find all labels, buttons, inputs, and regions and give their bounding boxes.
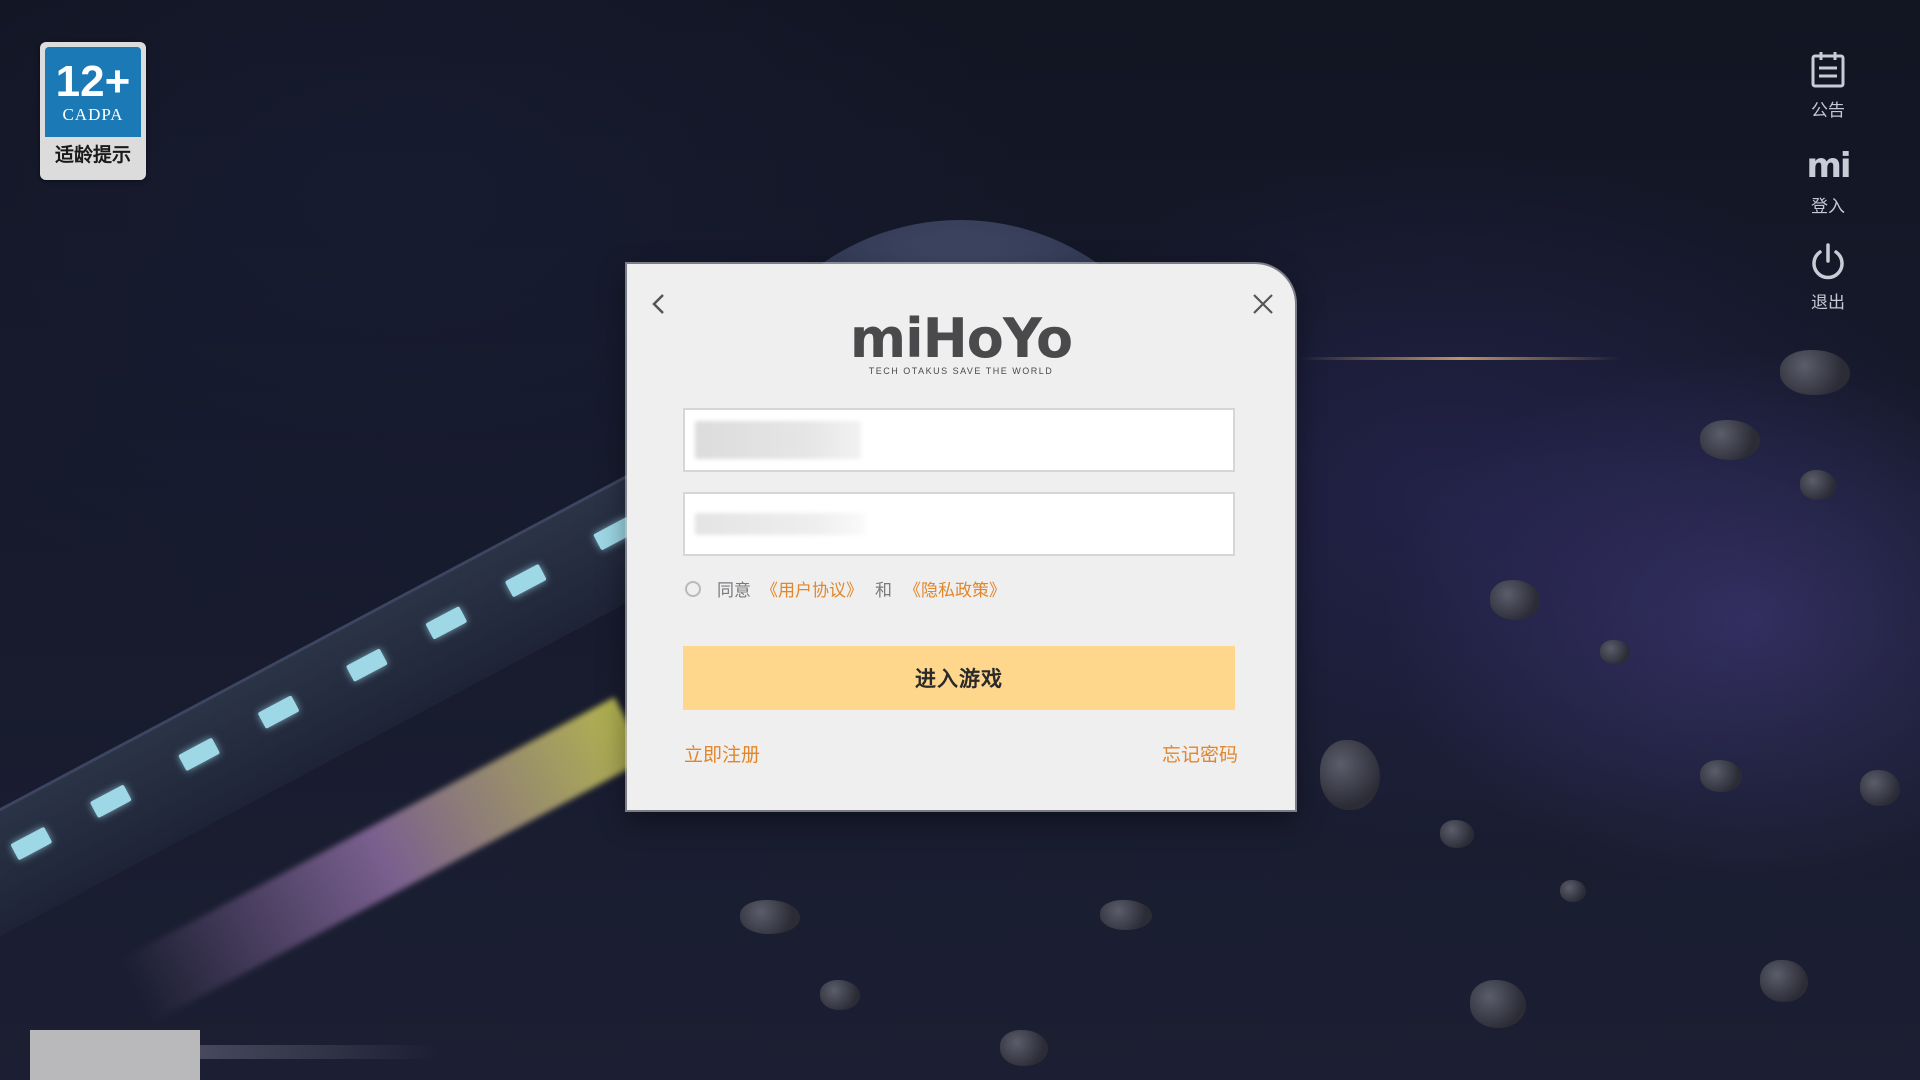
notice-board-icon: [1811, 52, 1845, 88]
agreement-row: 同意 《用户协议》 和 《隐私政策》: [685, 576, 1006, 601]
bottom-progress-strip: [200, 1045, 440, 1059]
logo-text: miHoYo: [849, 307, 1073, 370]
train-window: [425, 606, 468, 640]
asteroid: [1000, 1030, 1048, 1066]
account-input[interactable]: [683, 408, 1235, 472]
privacy-policy-link[interactable]: 《隐私政策》: [904, 576, 1006, 601]
asteroid: [740, 900, 800, 934]
side-item-label: 登入: [1811, 197, 1845, 217]
asteroid: [1780, 350, 1850, 395]
asteroid: [820, 980, 860, 1010]
blurred-password-value: [695, 513, 865, 535]
train-window: [178, 737, 221, 772]
and-text: 和: [875, 581, 892, 601]
password-input[interactable]: [683, 492, 1235, 556]
mi-logo-icon: mi: [1806, 146, 1851, 186]
logo-tagline: TECH OTAKUS SAVE THE WORLD: [868, 366, 1054, 376]
side-item-notice[interactable]: 公告: [1808, 50, 1848, 146]
mihoyo-logo: miHoYo TECH OTAKUS SAVE THE WORLD: [627, 307, 1295, 377]
asteroid: [1490, 580, 1540, 620]
train-window: [345, 648, 388, 682]
forgot-password-link[interactable]: 忘记密码: [1162, 740, 1238, 767]
asteroid: [1470, 980, 1526, 1028]
asteroid: [1800, 470, 1836, 500]
register-link[interactable]: 立即注册: [684, 740, 760, 767]
age-rating-top: 12+ CADPA: [45, 47, 141, 137]
age-rating-org: CADPA: [62, 105, 124, 124]
light-streak: [1300, 357, 1620, 360]
game-background: 12+ CADPA 适龄提示 公告 mi 登入 退出 miHoYo TECH O…: [0, 0, 1920, 1080]
bottom-left-panel: [30, 1030, 200, 1080]
asteroid: [1600, 640, 1630, 664]
train-window: [504, 563, 547, 598]
asteroid: [1860, 770, 1900, 806]
asteroid: [1700, 760, 1742, 792]
age-rating-label: 适龄提示: [54, 144, 131, 166]
asteroid: [1100, 900, 1152, 930]
agree-text: 同意: [717, 581, 751, 601]
asteroid: [1760, 960, 1808, 1002]
asteroid: [1440, 820, 1474, 848]
agree-radio[interactable]: [685, 580, 701, 597]
train-window: [10, 826, 53, 861]
train-window: [89, 784, 132, 819]
side-item-label: 公告: [1811, 101, 1845, 121]
side-item-exit[interactable]: 退出: [1808, 242, 1848, 338]
blurred-account-value: [695, 421, 861, 459]
age-rating-badge[interactable]: 12+ CADPA 适龄提示: [40, 42, 146, 180]
asteroid: [1700, 420, 1760, 460]
power-icon: [1812, 243, 1844, 280]
user-agreement-link[interactable]: 《用户协议》: [761, 576, 863, 601]
side-item-label: 退出: [1811, 293, 1845, 313]
asteroid: [1560, 880, 1586, 902]
train-window: [257, 695, 300, 729]
enter-game-button[interactable]: 进入游戏: [683, 646, 1235, 710]
side-menu: 公告 mi 登入 退出: [1790, 50, 1866, 338]
login-dialog: miHoYo TECH OTAKUS SAVE THE WORLD 同意 《用户…: [627, 264, 1295, 810]
age-rating-number: 12+: [55, 57, 131, 106]
side-item-login[interactable]: mi 登入: [1806, 146, 1851, 242]
asteroid: [1320, 740, 1380, 810]
